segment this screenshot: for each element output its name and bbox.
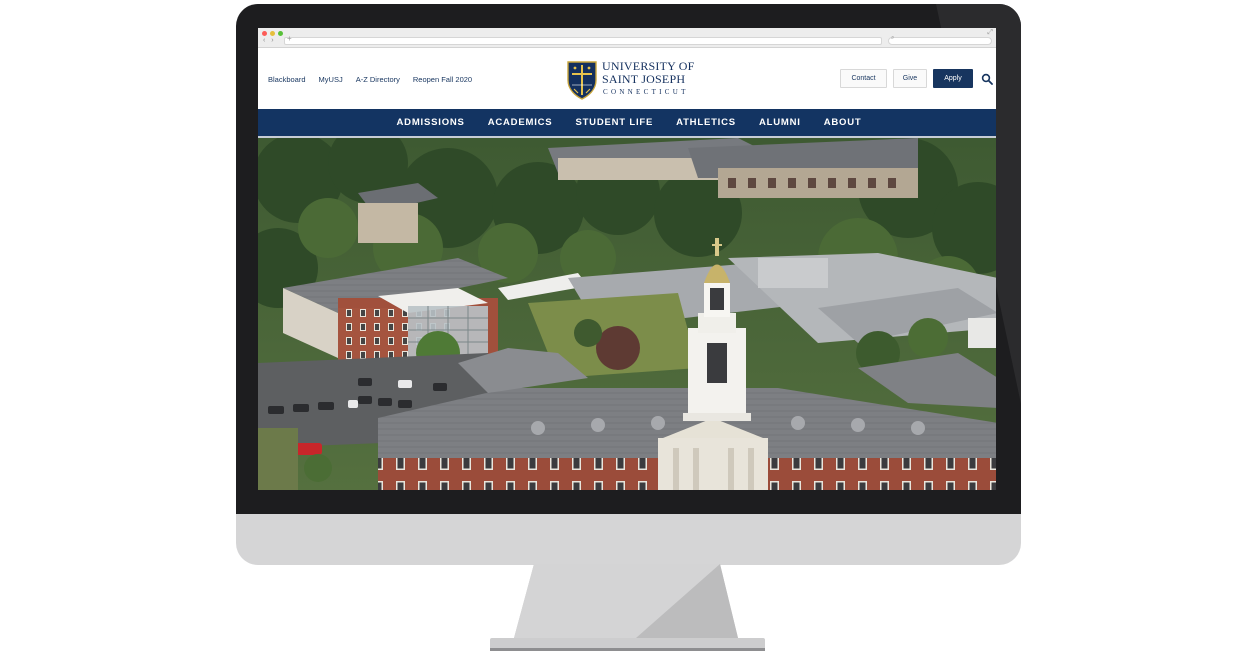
university-logo[interactable]: UNIVERSITY OF SAINT JOSEPH CONNECTICUT: [566, 59, 694, 101]
nav-item-about[interactable]: ABOUT: [824, 117, 862, 128]
crest-icon: [567, 61, 597, 100]
logo-line-connecticut: CONNECTICUT: [603, 88, 689, 96]
browser-search-field[interactable]: ⌕: [888, 35, 992, 45]
utility-nav: Blackboard MyUSJ A-Z Directory Reopen Fa…: [268, 75, 472, 84]
monitor-stand: [490, 564, 765, 651]
campus-aerial-illustration: [258, 138, 996, 490]
utility-link-blackboard[interactable]: Blackboard: [268, 75, 306, 84]
browser-screen: ‹ › + ⌕ ⤢ Blackboard MyUSJ A-Z Directory…: [258, 28, 996, 490]
logo-line-saint-joseph: SAINT JOSEPH: [602, 72, 686, 86]
utility-link-myusj[interactable]: MyUSJ: [319, 75, 343, 84]
nav-item-student-life[interactable]: STUDENT LIFE: [575, 117, 653, 128]
monitor-chin: [236, 514, 1021, 565]
search-icon[interactable]: [981, 73, 993, 85]
utility-link-reopen-fall-2020[interactable]: Reopen Fall 2020: [413, 75, 472, 84]
hero-campus-aerial-image: [258, 138, 996, 490]
site-header: Blackboard MyUSJ A-Z Directory Reopen Fa…: [258, 48, 996, 109]
expand-icon[interactable]: ⤢: [987, 29, 993, 37]
browser-search-icon: ⌕: [891, 35, 895, 41]
nav-item-admissions[interactable]: ADMISSIONS: [397, 117, 465, 128]
maximize-window-button[interactable]: [278, 31, 283, 36]
nav-item-academics[interactable]: ACADEMICS: [488, 117, 553, 128]
contact-button[interactable]: Contact: [840, 69, 887, 88]
close-window-button[interactable]: [262, 31, 267, 36]
main-nav: ADMISSIONS ACADEMICS STUDENT LIFE ATHLET…: [258, 109, 996, 136]
address-bar[interactable]: +: [284, 34, 882, 45]
add-tab-icon: +: [287, 34, 292, 43]
minimize-window-button[interactable]: [270, 31, 275, 36]
nav-item-athletics[interactable]: ATHLETICS: [676, 117, 736, 128]
header-actions: Contact Give Apply: [840, 69, 993, 88]
monitor-mockup: ‹ › + ⌕ ⤢ Blackboard MyUSJ A-Z Directory…: [0, 0, 1256, 657]
apply-button[interactable]: Apply: [933, 69, 973, 88]
back-forward-icons[interactable]: ‹ ›: [263, 37, 276, 44]
give-button[interactable]: Give: [893, 69, 927, 88]
nav-item-alumni[interactable]: ALUMNI: [759, 117, 801, 128]
browser-chrome: ‹ › + ⌕ ⤢: [258, 28, 996, 48]
utility-link-a-z-directory[interactable]: A-Z Directory: [356, 75, 400, 84]
